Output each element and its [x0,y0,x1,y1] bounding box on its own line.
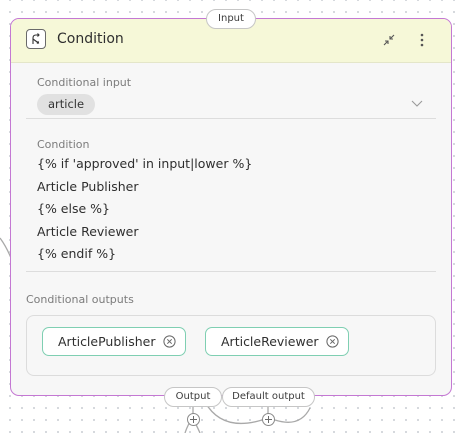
node-title: Condition [57,31,124,47]
output-port[interactable]: Output [164,387,222,407]
conditional-outputs-label: Conditional outputs [26,293,134,306]
condition-line: Article Publisher [37,179,139,194]
remove-icon[interactable] [162,335,176,348]
conditional-input-label: Conditional input [37,76,132,89]
output-chip-label: ArticlePublisher [58,334,156,349]
condition-line: Article Reviewer [37,224,139,239]
conditional-outputs-box: ArticlePublisher ArticleReviewer [26,315,436,376]
output-chip-label: ArticleReviewer [221,334,319,349]
add-output-icon[interactable] [187,413,200,426]
divider [26,271,436,272]
remove-icon[interactable] [325,335,339,348]
collapse-icon[interactable] [381,32,397,48]
condition-line: {% endif %} [37,246,117,261]
output-chip-article-publisher[interactable]: ArticlePublisher [42,327,186,356]
condition-line: {% if 'approved' in input|lower %} [37,156,253,171]
add-default-output-icon[interactable] [262,413,275,426]
branch-icon [26,29,46,49]
condition-line: {% else %} [37,201,110,216]
more-options-icon[interactable] [414,32,430,48]
condition-node[interactable]: Condition Conditional input article Cond… [10,18,452,396]
default-output-port[interactable]: Default output [222,387,315,407]
chevron-down-icon[interactable] [411,98,423,108]
input-port[interactable]: Input [206,9,256,29]
condition-label: Condition [37,138,90,151]
conditional-input-chip[interactable]: article [37,94,96,115]
output-chip-article-reviewer[interactable]: ArticleReviewer [205,327,349,356]
divider [26,118,436,119]
